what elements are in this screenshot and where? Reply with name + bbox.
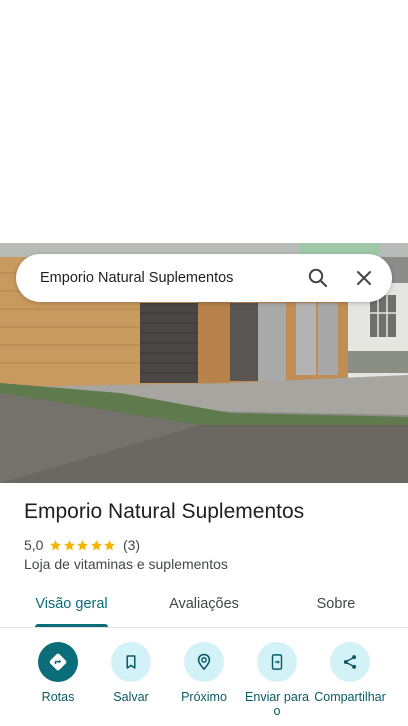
rating-row[interactable]: 5,0 (3)	[24, 536, 140, 554]
nearby-label: Próximo	[181, 690, 227, 704]
save-button[interactable]: Salvar	[91, 640, 171, 704]
directions-button[interactable]: Rotas	[18, 640, 98, 704]
nearby-icon	[184, 642, 224, 682]
star-icon	[104, 539, 116, 550]
bookmark-icon	[111, 642, 151, 682]
share-button[interactable]: Compartilhar	[310, 640, 390, 704]
map-blank-area	[0, 0, 408, 243]
rating-value: 5,0	[24, 537, 44, 553]
reviews-count[interactable]: (3)	[123, 537, 140, 553]
tab-bar: Visão geral Avaliações Sobre	[0, 583, 408, 628]
tab-overview[interactable]: Visão geral	[35, 583, 108, 627]
save-label: Salvar	[113, 690, 149, 704]
share-icon	[330, 642, 370, 682]
close-icon[interactable]	[352, 266, 376, 290]
directions-label: Rotas	[41, 690, 75, 704]
star-icon	[50, 539, 62, 550]
send-to-phone-label: Enviar para o	[245, 690, 309, 718]
action-bar: Rotas Salvar Próximo Enviar para o Compa…	[0, 640, 408, 726]
tab-reviews[interactable]: Avaliações	[160, 583, 248, 627]
place-title: Emporio Natural Suplementos	[24, 500, 305, 523]
star-icon	[64, 539, 75, 550]
send-to-phone-icon	[257, 642, 297, 682]
search-icon[interactable]	[306, 266, 330, 290]
share-label: Compartilhar	[314, 690, 386, 704]
place-category: Loja de vitaminas e suplementos	[24, 556, 228, 572]
nearby-button[interactable]: Próximo	[164, 640, 244, 704]
tab-active-indicator	[35, 624, 108, 627]
star-icon	[77, 539, 89, 550]
star-icon	[91, 539, 102, 550]
tab-about[interactable]: Sobre	[306, 583, 366, 627]
star-rating	[49, 539, 117, 552]
search-input[interactable]: Emporio Natural Suplementos	[40, 254, 233, 302]
search-bar[interactable]: Emporio Natural Suplementos	[16, 254, 392, 302]
directions-icon	[38, 642, 78, 682]
send-to-phone-button[interactable]: Enviar para o	[237, 640, 317, 718]
